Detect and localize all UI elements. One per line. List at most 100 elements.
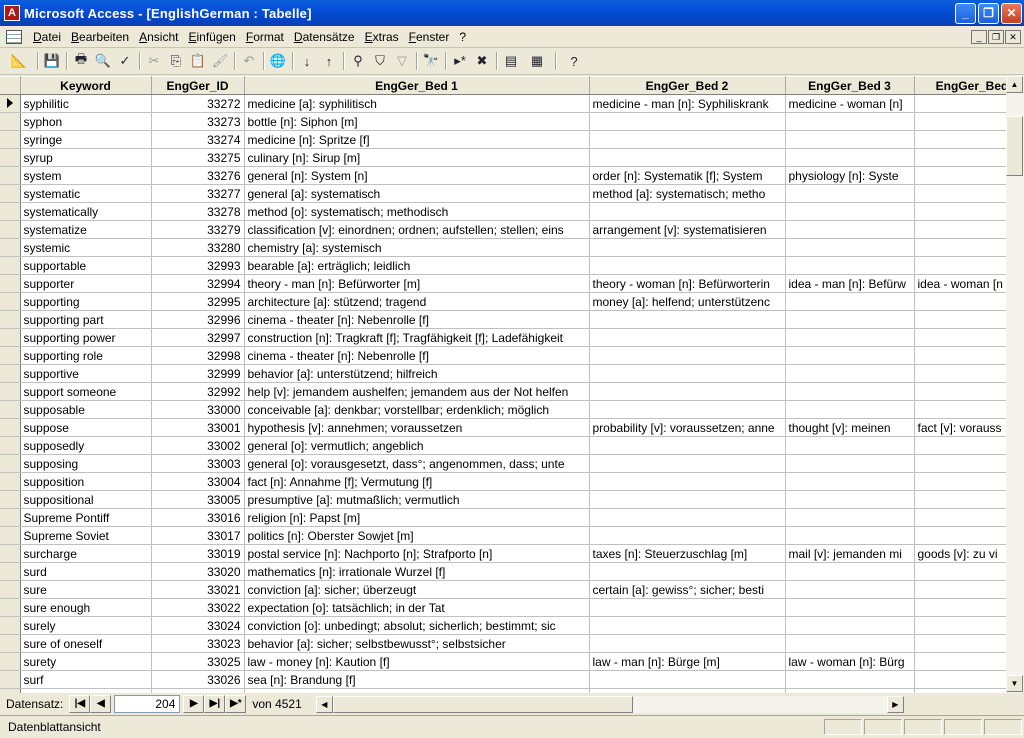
record-selector[interactable] (0, 544, 21, 563)
table-row[interactable]: supportable 32993 bearable [a]: erträglich… (0, 256, 1006, 275)
table-cell[interactable] (589, 562, 786, 581)
table-cell[interactable] (914, 238, 1006, 257)
table-cell[interactable]: sure enough (20, 598, 152, 617)
record-selector[interactable] (0, 112, 21, 131)
table-cell[interactable]: method [o]: systematisch; methodisch (244, 202, 590, 221)
table-cell[interactable] (589, 346, 786, 365)
table-cell[interactable]: 32992 (151, 382, 245, 401)
table-cell[interactable]: 33027 (151, 688, 245, 693)
table-cell[interactable] (785, 472, 915, 491)
table-cell[interactable]: construction [n]: Tragkraft [f]; Tragfäh… (244, 328, 590, 347)
table-cell[interactable]: culinary [n]: Sirup [m] (244, 148, 590, 167)
table-cell[interactable]: supposedly (20, 436, 152, 455)
table-cell[interactable] (914, 130, 1006, 149)
table-cell[interactable]: certain [a]: gewiss°; sicher; besti (589, 580, 786, 599)
table-cell[interactable] (914, 184, 1006, 203)
table-cell[interactable]: supporting (20, 292, 152, 311)
table-cell[interactable]: sure of oneself (20, 634, 152, 653)
table-cell[interactable] (914, 400, 1006, 419)
restore-button[interactable]: ❐ (978, 2, 999, 24)
table-cell[interactable]: sea [n]: Brandung [f] (244, 670, 590, 689)
table-cell[interactable]: 33278 (151, 202, 245, 221)
table-cell[interactable] (589, 472, 786, 491)
next-record-icon[interactable]: ▶ (183, 695, 205, 713)
table-cell[interactable]: support someone (20, 382, 152, 401)
cut-icon[interactable]: ✂ (143, 50, 165, 72)
table-cell[interactable] (914, 580, 1006, 599)
table-cell[interactable]: sure (20, 580, 152, 599)
table-cell[interactable]: supportable (20, 256, 152, 275)
record-selector[interactable] (0, 490, 21, 509)
table-row[interactable]: surety 33025 law - money [n]: Kaution [f] l… (0, 652, 1006, 671)
record-selector[interactable] (0, 256, 21, 275)
record-selector[interactable] (0, 364, 21, 383)
table-row[interactable]: supportive 32999 behavior [a]: unterstütze… (0, 364, 1006, 383)
table-cell[interactable] (785, 184, 915, 203)
copy-icon[interactable]: ⎘ (165, 50, 187, 72)
table-row[interactable]: systemic 33280 chemistry [a]: systemisch (0, 238, 1006, 257)
datasheet-icon[interactable] (6, 29, 22, 44)
table-cell[interactable] (914, 220, 1006, 239)
table-cell[interactable] (914, 652, 1006, 671)
table-cell[interactable]: supposition (20, 472, 152, 491)
record-selector[interactable] (0, 148, 21, 167)
record-selector[interactable] (0, 184, 21, 203)
record-selector[interactable] (0, 580, 21, 599)
table-cell[interactable]: surely (20, 616, 152, 635)
table-cell[interactable]: Supreme Soviet (20, 526, 152, 545)
table-row[interactable]: Supreme Soviet 33017 politics [n]: Oberste… (0, 526, 1006, 545)
record-selector[interactable] (0, 652, 21, 671)
table-cell[interactable] (914, 472, 1006, 491)
table-cell[interactable]: law - man [n]: Bürge [m] (589, 652, 786, 671)
table-cell[interactable] (785, 346, 915, 365)
format-painter-icon[interactable]: 🖌 (209, 50, 231, 72)
table-cell[interactable]: politics [n]: Oberster Sowjet [m] (244, 526, 590, 545)
table-cell[interactable]: surety (20, 652, 152, 671)
table-cell[interactable]: systemic (20, 238, 152, 257)
table-cell[interactable] (914, 454, 1006, 473)
table-cell[interactable]: medicine - man [n]: Syphiliskrank (589, 94, 786, 113)
table-cell[interactable]: 33001 (151, 418, 245, 437)
menu-datei[interactable]: Datei (28, 30, 66, 44)
column-header[interactable]: EngGer_Bed 1 (244, 76, 590, 95)
header-record-selector[interactable] (0, 76, 21, 95)
table-cell[interactable]: physiology [n]: Syste (785, 166, 915, 185)
table-row[interactable]: systematic 33277 general [a]: systematisch… (0, 184, 1006, 203)
record-selector[interactable] (0, 274, 21, 293)
table-cell[interactable]: expectation [o]: tatsächlich; in der Tat (244, 598, 590, 617)
table-cell[interactable]: conceivable [a]: denkbar; vorstellbar; e… (244, 400, 590, 419)
table-cell[interactable] (914, 364, 1006, 383)
table-cell[interactable] (785, 148, 915, 167)
table-cell[interactable] (785, 328, 915, 347)
table-row[interactable]: sure of oneself 33023 behavior [a]: sicher… (0, 634, 1006, 653)
table-cell[interactable]: 32995 (151, 292, 245, 311)
record-selector[interactable] (0, 454, 21, 473)
table-cell[interactable]: syphilitic (20, 94, 152, 113)
undo-icon[interactable]: ↶ (238, 50, 260, 72)
table-cell[interactable]: 33016 (151, 508, 245, 527)
table-cell[interactable] (589, 130, 786, 149)
sort-descending-icon[interactable]: ↑ (318, 50, 340, 72)
table-cell[interactable]: 33279 (151, 220, 245, 239)
table-row[interactable]: Supreme Pontiff 33016 religion [n]: Papst … (0, 508, 1006, 527)
table-cell[interactable] (914, 94, 1006, 113)
table-cell[interactable] (589, 148, 786, 167)
table-cell[interactable] (785, 364, 915, 383)
table-cell[interactable] (785, 112, 915, 131)
table-cell[interactable]: 33280 (151, 238, 245, 257)
record-selector[interactable] (0, 436, 21, 455)
table-cell[interactable]: idea - man [n]: Befürw (785, 274, 915, 293)
table-cell[interactable]: fact [n]: Annahme [f]; Vermutung [f] (244, 472, 590, 491)
table-cell[interactable]: 33272 (151, 94, 245, 113)
table-cell[interactable] (914, 256, 1006, 275)
table-cell[interactable]: 33005 (151, 490, 245, 509)
doc-minimize-button[interactable]: _ (971, 29, 987, 44)
table-cell[interactable] (914, 292, 1006, 311)
table-cell[interactable] (914, 670, 1006, 689)
table-cell[interactable]: material [n]: Be (914, 688, 1006, 693)
table-cell[interactable]: general [a]: systematisch (244, 184, 590, 203)
table-cell[interactable]: 33274 (151, 130, 245, 149)
table-row[interactable]: syrup 33275 culinary [n]: Sirup [m] (0, 148, 1006, 167)
table-cell[interactable]: systematize (20, 220, 152, 239)
table-row[interactable]: syringe 33274 medicine [n]: Spritze [f] (0, 130, 1006, 149)
